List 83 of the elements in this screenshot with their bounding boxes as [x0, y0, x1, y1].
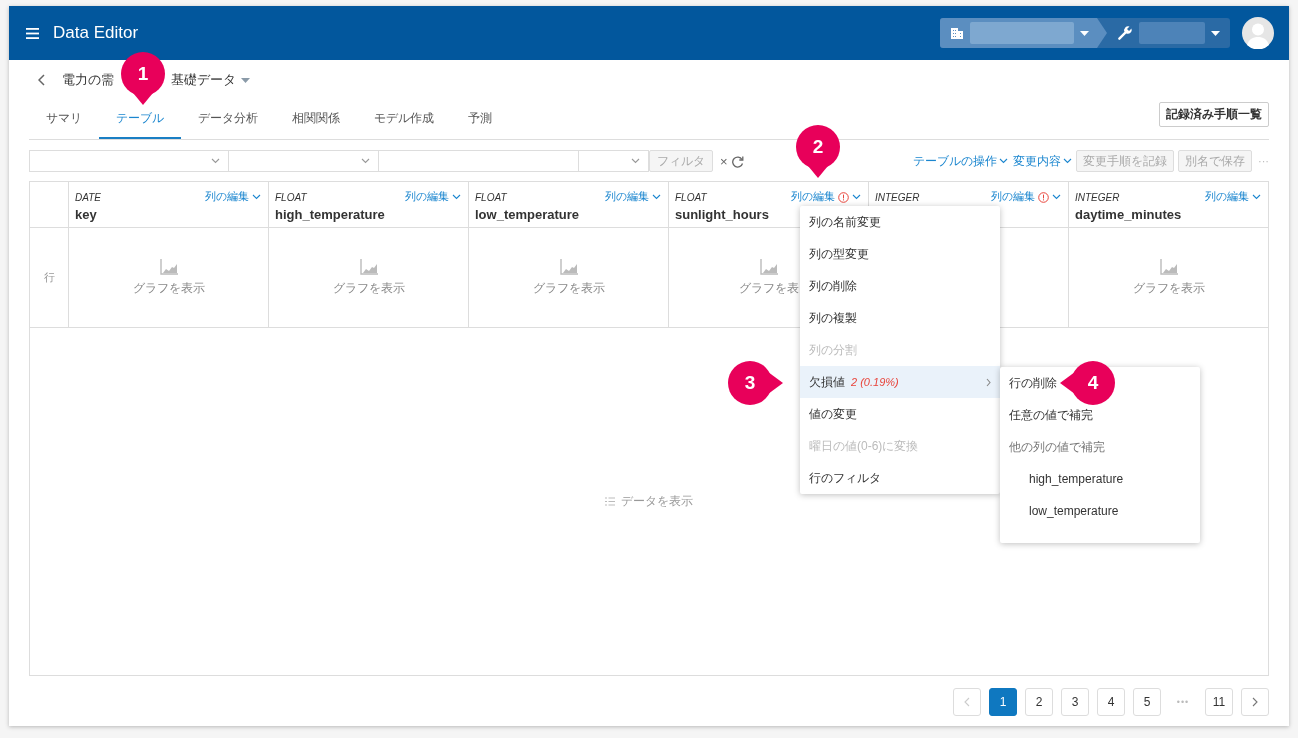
- chevron-down-icon: [1063, 158, 1072, 164]
- page-ellipsis: •••: [1175, 697, 1191, 707]
- column-name: low_temperature: [475, 207, 581, 222]
- column-type: INTEGER: [875, 191, 920, 203]
- chevron-right-icon: [1252, 697, 1258, 707]
- column-type: FLOAT: [275, 191, 307, 203]
- edit-column-link[interactable]: 列の編集: [1205, 190, 1261, 204]
- page-button[interactable]: 3: [1061, 688, 1089, 716]
- page-button[interactable]: 4: [1097, 688, 1125, 716]
- edit-column-link[interactable]: 列の編集: [991, 190, 1061, 204]
- column-type: FLOAT: [475, 191, 507, 203]
- caret-down-icon[interactable]: [241, 77, 250, 83]
- tab[interactable]: データ分析: [181, 100, 275, 139]
- refresh-icon[interactable]: [730, 154, 744, 168]
- chevron-down-icon: [1052, 194, 1061, 200]
- menu-item[interactable]: 列の名前変更: [800, 206, 1000, 238]
- chevron-down-icon: [999, 158, 1008, 164]
- menu-item[interactable]: 列の型変更: [800, 238, 1000, 270]
- tab[interactable]: モデル作成: [357, 100, 451, 139]
- filter-input[interactable]: [378, 150, 579, 172]
- page-button[interactable]: 11: [1205, 688, 1233, 716]
- menu-icon: [26, 27, 39, 39]
- building-icon: [950, 26, 964, 40]
- menu-item[interactable]: 列の複製: [800, 302, 1000, 334]
- chevron-down-icon: [652, 194, 661, 200]
- tab[interactable]: 予測: [451, 100, 509, 139]
- caret-down-icon: [1211, 30, 1220, 36]
- blurred-text: [1139, 22, 1205, 44]
- edit-column-link[interactable]: 列の編集: [205, 190, 261, 204]
- next-page-button[interactable]: [1241, 688, 1269, 716]
- menu-item[interactable]: 列の削除: [800, 270, 1000, 302]
- show-graph-link[interactable]: グラフを表示: [1132, 279, 1205, 297]
- edit-column-link[interactable]: 列の編集: [791, 190, 861, 204]
- edit-column-link[interactable]: 列の編集: [605, 190, 661, 204]
- column-name: key: [75, 207, 98, 222]
- chevron-down-icon: [211, 158, 220, 164]
- dataset-title: 電力の需: [62, 71, 114, 89]
- column-type: DATE: [75, 191, 101, 203]
- organization-selector[interactable]: [940, 18, 1107, 48]
- show-graph-link[interactable]: グラフを表示: [332, 279, 405, 297]
- column-type: FLOAT: [675, 191, 707, 203]
- history-button[interactable]: 記録済み手順一覧: [1159, 102, 1269, 127]
- show-graph-link[interactable]: グラフを表示: [132, 279, 205, 297]
- back-chevron-icon[interactable]: [38, 74, 45, 86]
- table-menu-link[interactable]: テーブルの操作: [913, 152, 1008, 170]
- column-name: high_temperature: [275, 207, 386, 222]
- row-label: 行: [43, 270, 55, 285]
- page-button[interactable]: 5: [1133, 688, 1161, 716]
- area-chart-icon: [159, 258, 178, 275]
- caret-down-icon: [1080, 30, 1089, 36]
- warning-icon: [1038, 191, 1049, 203]
- menu-item[interactable]: 欠損値 2 (0.19%): [800, 366, 1000, 398]
- tab[interactable]: サマリ: [29, 100, 99, 139]
- tab[interactable]: 相関関係: [275, 100, 357, 139]
- chevron-down-icon: [361, 158, 370, 164]
- chevron-left-icon: [964, 697, 970, 707]
- area-chart-icon: [359, 258, 378, 275]
- edit-column-link[interactable]: 列の編集: [405, 190, 461, 204]
- column-type: INTEGER: [1075, 191, 1120, 203]
- chevron-down-icon: [852, 194, 861, 200]
- menu-item[interactable]: 行のフィルタ: [800, 462, 1000, 494]
- area-chart-icon: [559, 258, 578, 275]
- show-graph-link[interactable]: グラフを表示: [532, 279, 605, 297]
- clear-filter-button[interactable]: ×: [720, 153, 728, 169]
- page-button[interactable]: 1: [989, 688, 1017, 716]
- app-title: Data Editor: [53, 23, 139, 43]
- avatar-icon[interactable]: [1242, 17, 1274, 49]
- area-chart-icon: [1159, 258, 1178, 275]
- chevron-down-icon: [1252, 194, 1261, 200]
- dataset-title: 基礎データ: [171, 71, 236, 89]
- chevron-down-icon: [252, 194, 261, 200]
- warning-icon: [838, 191, 849, 203]
- menu-item[interactable]: 値の変更: [800, 398, 1000, 430]
- area-chart-icon: [759, 258, 778, 275]
- list-icon: [605, 497, 615, 506]
- show-graph-link[interactable]: グラフを表: [738, 279, 799, 297]
- chevron-down-icon: [631, 158, 640, 164]
- wrench-icon: [1117, 25, 1133, 41]
- chevron-down-icon: [452, 194, 461, 200]
- show-data-link[interactable]: データを表示: [605, 493, 693, 510]
- page-button[interactable]: 2: [1025, 688, 1053, 716]
- column-name: daytime_minutes: [1075, 207, 1183, 222]
- table-menu-link[interactable]: 変更内容: [1013, 152, 1072, 170]
